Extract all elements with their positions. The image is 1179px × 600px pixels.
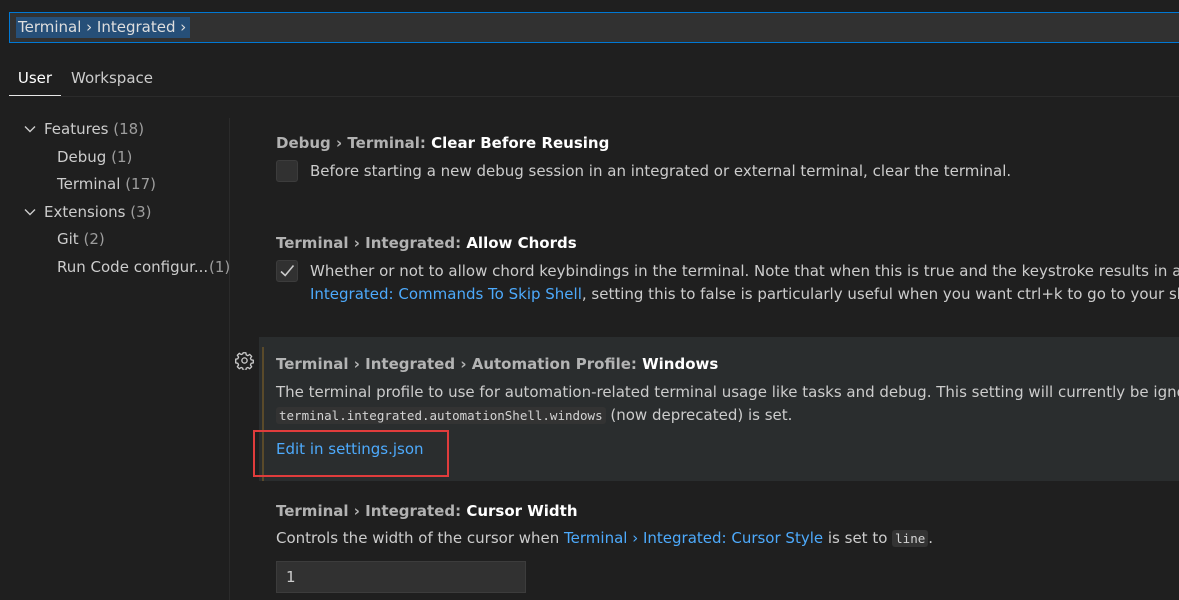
toc-item-terminal[interactable]: Terminal (17) <box>57 174 156 194</box>
toc-label: Git <box>57 230 79 248</box>
toc-count: (2) <box>83 230 105 248</box>
setting-name: Allow Chords <box>466 234 577 252</box>
tab-user[interactable]: User <box>9 68 61 96</box>
setting-category: Terminal › Integrated › Automation Profi… <box>276 355 643 373</box>
toc-item-features[interactable]: Features (18) <box>24 119 144 139</box>
settings-search-input[interactable]: Terminal › Integrated › <box>9 12 1179 43</box>
toc-item-git[interactable]: Git (2) <box>57 229 105 249</box>
setting-description-line-2: Integrated: Commands To Skip Shell, sett… <box>310 283 1179 306</box>
toc-divider <box>229 118 230 600</box>
setting-name: Cursor Width <box>466 502 578 520</box>
toc-label: Features <box>44 120 109 138</box>
allow-chords-checkbox[interactable] <box>276 260 298 282</box>
inline-code: line <box>892 530 929 547</box>
setting-category: Terminal › Integrated: <box>276 502 467 520</box>
setting-description-text: (now deprecated) is set. <box>605 406 793 424</box>
gear-icon[interactable] <box>235 351 254 370</box>
setting-title-clear-before-reusing: Debug › Terminal: Clear Before Reusing <box>276 133 609 153</box>
tabs-divider <box>61 96 1179 97</box>
toc-item-debug[interactable]: Debug (1) <box>57 147 132 167</box>
toc-count: (1) <box>111 148 133 166</box>
setting-name: Clear Before Reusing <box>431 134 610 152</box>
toc-count: (3) <box>130 203 152 221</box>
toc-count: (17) <box>125 175 156 193</box>
toc-item-run-code[interactable]: Run Code configur... <box>57 257 208 277</box>
toc-label: Extensions <box>44 203 126 221</box>
setting-description: Controls the width of the cursor when Te… <box>276 527 933 550</box>
setting-description: Before starting a new debug session in a… <box>310 162 1012 180</box>
search-query-text: Terminal › Integrated › <box>16 17 191 38</box>
setting-description-line-2: terminal.integrated.automationShell.wind… <box>276 404 792 427</box>
cursor-style-link[interactable]: Terminal › Integrated: Cursor Style <box>564 529 823 547</box>
setting-description-text: is set to <box>823 529 893 547</box>
clear-before-reusing-checkbox[interactable] <box>276 160 298 182</box>
setting-description-text: . <box>928 529 934 547</box>
commands-to-skip-shell-link[interactable]: Integrated: Commands To Skip Shell <box>310 285 582 303</box>
toc-count-run-code: (1) <box>209 258 231 276</box>
setting-title-allow-chords: Terminal › Integrated: Allow Chords <box>276 233 577 253</box>
toc-label: Terminal <box>57 175 121 193</box>
setting-category: Terminal › Integrated: <box>276 234 467 252</box>
toc-item-extensions[interactable]: Extensions (3) <box>24 202 151 222</box>
setting-description: Whether or not to allow chord keybinding… <box>310 262 1179 280</box>
setting-category: Debug › Terminal: <box>276 134 432 152</box>
setting-title-cursor-width: Terminal › Integrated: Cursor Width <box>276 501 578 521</box>
chevron-down-icon <box>24 209 36 216</box>
checkmark-icon <box>280 264 295 277</box>
setting-name: Windows <box>642 355 719 373</box>
setting-description: The terminal profile to use for automati… <box>276 383 1179 401</box>
highlight-box <box>253 430 449 477</box>
inline-code: terminal.integrated.automationShell.wind… <box>276 407 606 424</box>
setting-description-text: , setting this to false is particularly … <box>581 285 1179 303</box>
toc-count: (18) <box>113 120 145 138</box>
tab-workspace[interactable]: Workspace <box>71 68 153 96</box>
chevron-down-icon <box>24 126 36 133</box>
toc-label: Run Code configur... <box>57 258 209 276</box>
setting-title-automation-profile: Terminal › Integrated › Automation Profi… <box>276 354 718 374</box>
cursor-width-input[interactable]: 1 <box>276 561 526 593</box>
toc-label: Debug <box>57 148 107 166</box>
setting-description-text: Controls the width of the cursor when <box>276 529 565 547</box>
